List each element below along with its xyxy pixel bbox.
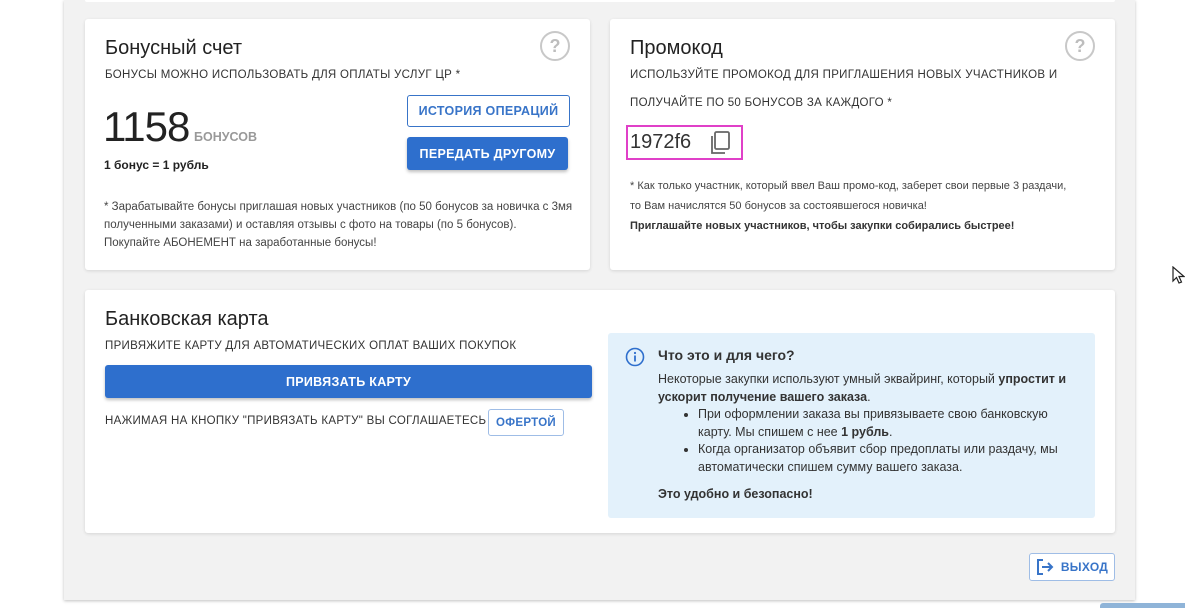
bullet-1-end: . xyxy=(889,424,893,439)
agree-text: нажимая на кнопку "привязать карту" вы с… xyxy=(105,415,499,427)
info-circle-icon xyxy=(625,347,645,372)
history-button[interactable]: История операций xyxy=(407,95,570,127)
promo-code-box[interactable]: 1972f6 xyxy=(626,125,743,160)
info-box: Что это и для чего? Некоторые закупки ис… xyxy=(608,333,1095,518)
bonus-unit: бонусов xyxy=(194,130,257,144)
info-footer: Это удобно и безопасно! xyxy=(658,487,813,501)
mouse-cursor-icon xyxy=(1172,265,1185,291)
bullet-1-line-2: карту. Мы спишем с нее xyxy=(698,424,842,439)
promo-note-line-2: то Вам начислятся 50 бонусов за состоявш… xyxy=(630,200,927,212)
copy-icon[interactable] xyxy=(708,130,732,161)
logout-label: Выход xyxy=(1060,560,1109,574)
info-intro: Некоторые закупки используют умный эквай… xyxy=(658,371,1088,406)
bonus-title: Бонусный счет xyxy=(105,37,243,59)
bank-title: Банковская карта xyxy=(105,308,269,330)
info-intro-bold-2: ускорит получение вашего заказа xyxy=(658,389,868,404)
bullet-1-line-1: При оформлении заказа вы привязываете св… xyxy=(698,407,1048,421)
list-item: При оформлении заказа вы привязываете св… xyxy=(698,406,1128,441)
bonus-amount: 1158 xyxy=(103,103,190,150)
promo-code[interactable]: 1972f6 xyxy=(630,131,691,154)
bullet-2-line-2: автоматически спишем сумму вашего заказа… xyxy=(698,459,963,474)
promo-card: Промокод ? используйте промокод для приг… xyxy=(610,19,1115,270)
logout-icon xyxy=(1036,559,1054,575)
promo-note-line-1: * Как только участник, который ввел Ваш … xyxy=(630,180,1067,192)
corner-element xyxy=(1100,603,1185,608)
bonus-card: Бонусный счет ? бонусы можно использоват… xyxy=(85,19,590,270)
bonus-rate: 1 бонус = 1 рубль xyxy=(104,158,209,172)
promo-note: * Как только участник, который ввел Ваш … xyxy=(630,176,1110,236)
question-circle-icon[interactable]: ? xyxy=(540,31,570,61)
logout-button[interactable]: Выход xyxy=(1029,553,1115,581)
bind-card-button[interactable]: Привязать карту xyxy=(105,365,592,398)
info-intro-end: . xyxy=(867,389,871,404)
promo-subtitle-line-1: используйте промокод для приглашения нов… xyxy=(630,69,1058,81)
bullet-2-line-1: Когда организатор объявит сбор предоплат… xyxy=(698,442,1058,456)
offer-button[interactable]: офертой xyxy=(488,409,564,436)
question-circle-icon[interactable]: ? xyxy=(1065,31,1095,61)
list-item: Когда организатор объявит сбор предоплат… xyxy=(698,441,1128,476)
promo-title: Промокод xyxy=(630,37,723,59)
info-intro-bold-1: упростит и xyxy=(998,372,1067,386)
info-title: Что это и для чего? xyxy=(658,347,795,363)
transfer-button[interactable]: Передать другому xyxy=(407,137,568,170)
previous-card-edge xyxy=(85,0,1115,2)
promo-subtitle-line-2: получайте по 50 бонусов за каждого * xyxy=(630,97,893,109)
bank-subtitle: привяжите карту для автоматических оплат… xyxy=(105,340,517,352)
info-intro-text: Некоторые закупки используют умный эквай… xyxy=(658,372,999,386)
info-list: При оформлении заказа вы привязываете св… xyxy=(658,406,1128,476)
bonus-note-line-3: Покупайте АБОНЕМЕНТ на заработанные бону… xyxy=(104,237,377,249)
bullet-1-bold: 1 рубль xyxy=(841,424,889,439)
bonus-note-line-1: * Зарабатывайте бонусы приглашая новых у… xyxy=(104,201,573,213)
promo-note-bold: Приглашайте новых участников, чтобы заку… xyxy=(630,220,1015,232)
bonus-note: * Зарабатывайте бонусы приглашая новых у… xyxy=(104,198,584,252)
bonus-subtitle: бонусы можно использовать для оплаты усл… xyxy=(105,69,461,81)
bonus-note-line-2: полученными заказами) и оставляя отзывы … xyxy=(104,219,517,231)
